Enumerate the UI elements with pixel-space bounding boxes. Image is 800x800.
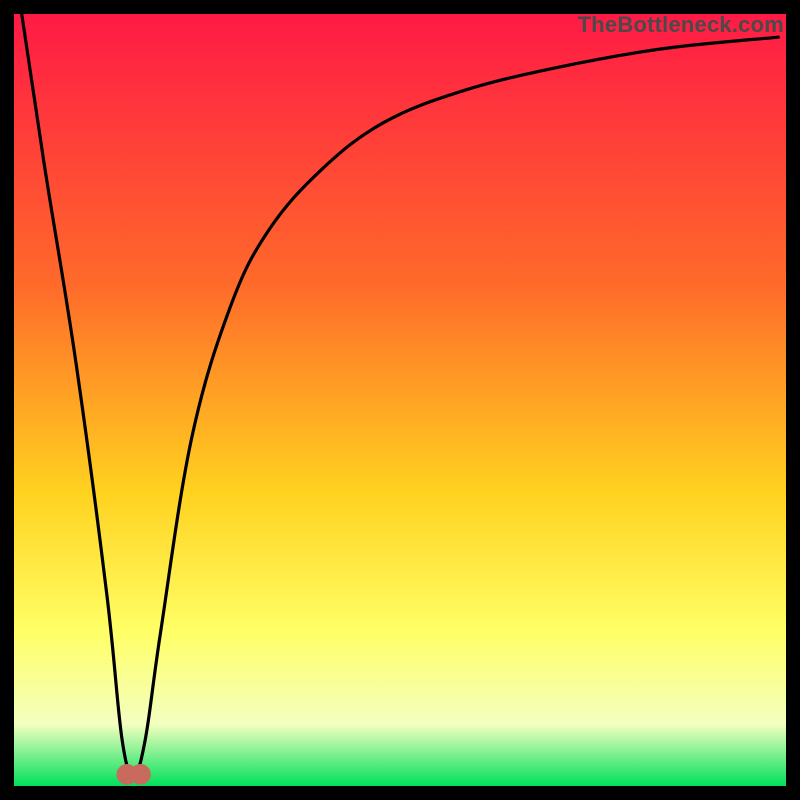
gradient-background xyxy=(14,14,786,786)
chart-frame: TheBottleneck.com xyxy=(14,14,786,786)
watermark-text: TheBottleneck.com xyxy=(578,12,784,38)
minimum-marker xyxy=(117,765,150,785)
bottleneck-chart xyxy=(14,14,786,786)
